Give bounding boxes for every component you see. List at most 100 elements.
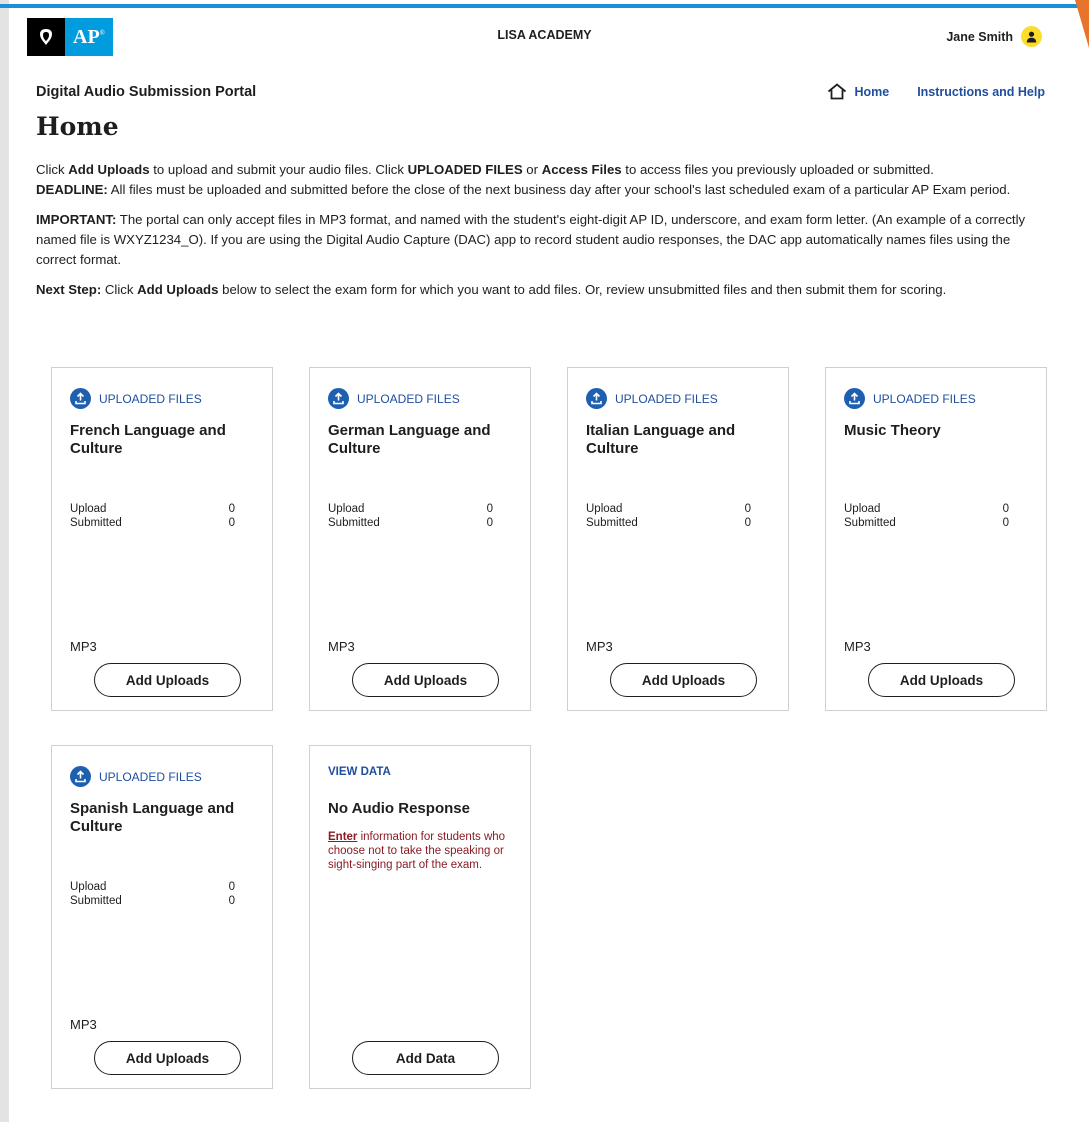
enter-link[interactable]: Enter (328, 831, 357, 843)
exam-card-french: UPLOADED FILES French Language and Cultu… (51, 367, 273, 711)
stat-row-upload: Upload 0 (70, 502, 235, 516)
uploaded-files-link[interactable]: UPLOADED FILES (844, 388, 976, 409)
nav-home-label: Home (854, 84, 890, 99)
no-audio-title: No Audio Response (328, 800, 470, 817)
stat-row-submitted: Submitted 0 (844, 516, 1009, 530)
intro-bold-next-step: Next Step: (36, 282, 102, 297)
intro-paragraph: Click Add Uploads to upload and submit y… (36, 160, 1051, 200)
exam-title: Music Theory (844, 422, 941, 439)
stat-label: Upload (328, 503, 365, 515)
uploaded-files-label: UPLOADED FILES (615, 391, 718, 406)
intro-bold-uploaded-files: UPLOADED FILES (407, 162, 523, 177)
stat-label: Upload (70, 503, 107, 515)
uploaded-files-label: UPLOADED FILES (99, 769, 202, 784)
file-format: MP3 (70, 1017, 97, 1032)
uploaded-files-label: UPLOADED FILES (357, 391, 460, 406)
intro-text-span: The portal can only accept files in MP3 … (36, 212, 1026, 267)
stat-row-submitted: Submitted 0 (70, 516, 235, 530)
intro-text: Click Add Uploads to upload and submit y… (36, 160, 1051, 310)
intro-bold-add-uploads: Add Uploads (68, 162, 150, 177)
important-paragraph: IMPORTANT: The portal can only accept fi… (36, 210, 1051, 270)
exam-card-german: UPLOADED FILES German Language and Cultu… (309, 367, 531, 711)
add-uploads-button[interactable]: Add Uploads (94, 663, 241, 697)
stat-value: 0 (228, 503, 235, 515)
no-audio-description: Enter information for students who choos… (328, 830, 513, 872)
file-stats: Upload 0 Submitted 0 (844, 502, 1009, 530)
upload-icon (586, 388, 607, 409)
home-icon (828, 83, 847, 100)
stat-row-submitted: Submitted 0 (70, 894, 235, 908)
uploaded-files-link[interactable]: UPLOADED FILES (586, 388, 718, 409)
stat-label: Upload (586, 503, 623, 515)
nav-home-link[interactable]: Home (827, 83, 889, 100)
file-stats: Upload 0 Submitted 0 (70, 880, 235, 908)
top-accent-bar (0, 4, 1089, 8)
upload-icon (70, 766, 91, 787)
exam-title: Spanish Language and Culture (70, 800, 235, 835)
stat-label: Submitted (70, 895, 122, 907)
stat-label: Submitted (328, 517, 380, 529)
stat-value: 0 (228, 895, 235, 907)
page-title: Home (36, 112, 119, 141)
add-uploads-button[interactable]: Add Uploads (94, 1041, 241, 1075)
exam-title: French Language and Culture (70, 422, 226, 457)
stat-value: 0 (228, 517, 235, 529)
no-audio-response-card: VIEW DATA No Audio Response Enter inform… (309, 745, 531, 1089)
intro-bold-deadline: DEADLINE: (36, 182, 108, 197)
stat-label: Submitted (844, 517, 896, 529)
intro-bold-important: IMPORTANT: (36, 212, 117, 227)
uploaded-files-link[interactable]: UPLOADED FILES (70, 388, 202, 409)
portal-title: Digital Audio Submission Portal (36, 84, 257, 100)
file-stats: Upload 0 Submitted 0 (586, 502, 751, 530)
file-format: MP3 (844, 639, 871, 654)
stat-value: 0 (228, 881, 235, 893)
uploaded-files-link[interactable]: UPLOADED FILES (328, 388, 460, 409)
exam-title: Italian Language and Culture (586, 422, 736, 457)
stat-value: 0 (1002, 503, 1009, 515)
stat-label: Upload (844, 503, 881, 515)
intro-text-span: below to select the exam form for which … (218, 282, 947, 297)
exam-title: German Language and Culture (328, 422, 491, 457)
left-rail (0, 0, 9, 1122)
add-uploads-button[interactable]: Add Uploads (610, 663, 757, 697)
exam-card-music-theory: UPLOADED FILES Music Theory Upload 0 Subm… (825, 367, 1047, 711)
file-format: MP3 (586, 639, 613, 654)
user-icon[interactable] (1021, 26, 1042, 47)
stat-value: 0 (744, 517, 751, 529)
uploaded-files-label: UPLOADED FILES (873, 391, 976, 406)
stat-row-upload: Upload 0 (70, 880, 235, 894)
user-menu[interactable]: Jane Smith (946, 26, 1042, 47)
intro-text-span: to upload and submit your audio files. C… (149, 162, 408, 177)
stat-row-upload: Upload 0 (328, 502, 493, 516)
file-stats: Upload 0 Submitted 0 (70, 502, 235, 530)
intro-bold-access-files: Access Files (541, 162, 622, 177)
intro-text-span: Click (101, 282, 138, 297)
upload-icon (844, 388, 865, 409)
file-format: MP3 (70, 639, 97, 654)
stat-value: 0 (744, 503, 751, 515)
stat-value: 0 (486, 517, 493, 529)
intro-bold-add-uploads: Add Uploads (137, 282, 219, 297)
intro-text-span: or (522, 162, 542, 177)
uploaded-files-link[interactable]: UPLOADED FILES (70, 766, 202, 787)
file-stats: Upload 0 Submitted 0 (328, 502, 493, 530)
stat-row-submitted: Submitted 0 (328, 516, 493, 530)
exam-card-italian: UPLOADED FILES Italian Language and Cult… (567, 367, 789, 711)
add-uploads-button[interactable]: Add Uploads (868, 663, 1015, 697)
add-uploads-button[interactable]: Add Uploads (352, 663, 499, 697)
intro-text-span: All files must be uploaded and submitted… (107, 182, 1011, 197)
file-format: MP3 (328, 639, 355, 654)
user-name: Jane Smith (946, 29, 1013, 44)
top-nav: Home Instructions and Help (827, 83, 1045, 100)
school-name: LISA ACADEMY (497, 28, 592, 42)
stat-row-upload: Upload 0 (586, 502, 751, 516)
add-data-button[interactable]: Add Data (352, 1041, 499, 1075)
exam-card-spanish: UPLOADED FILES Spanish Language and Cult… (51, 745, 273, 1089)
nav-help-link[interactable]: Instructions and Help (917, 85, 1045, 99)
stat-label: Upload (70, 881, 107, 893)
intro-text-span: Click (36, 162, 69, 177)
stat-label: Submitted (70, 517, 122, 529)
upload-icon (70, 388, 91, 409)
view-data-link[interactable]: VIEW DATA (328, 766, 391, 778)
stat-value: 0 (486, 503, 493, 515)
